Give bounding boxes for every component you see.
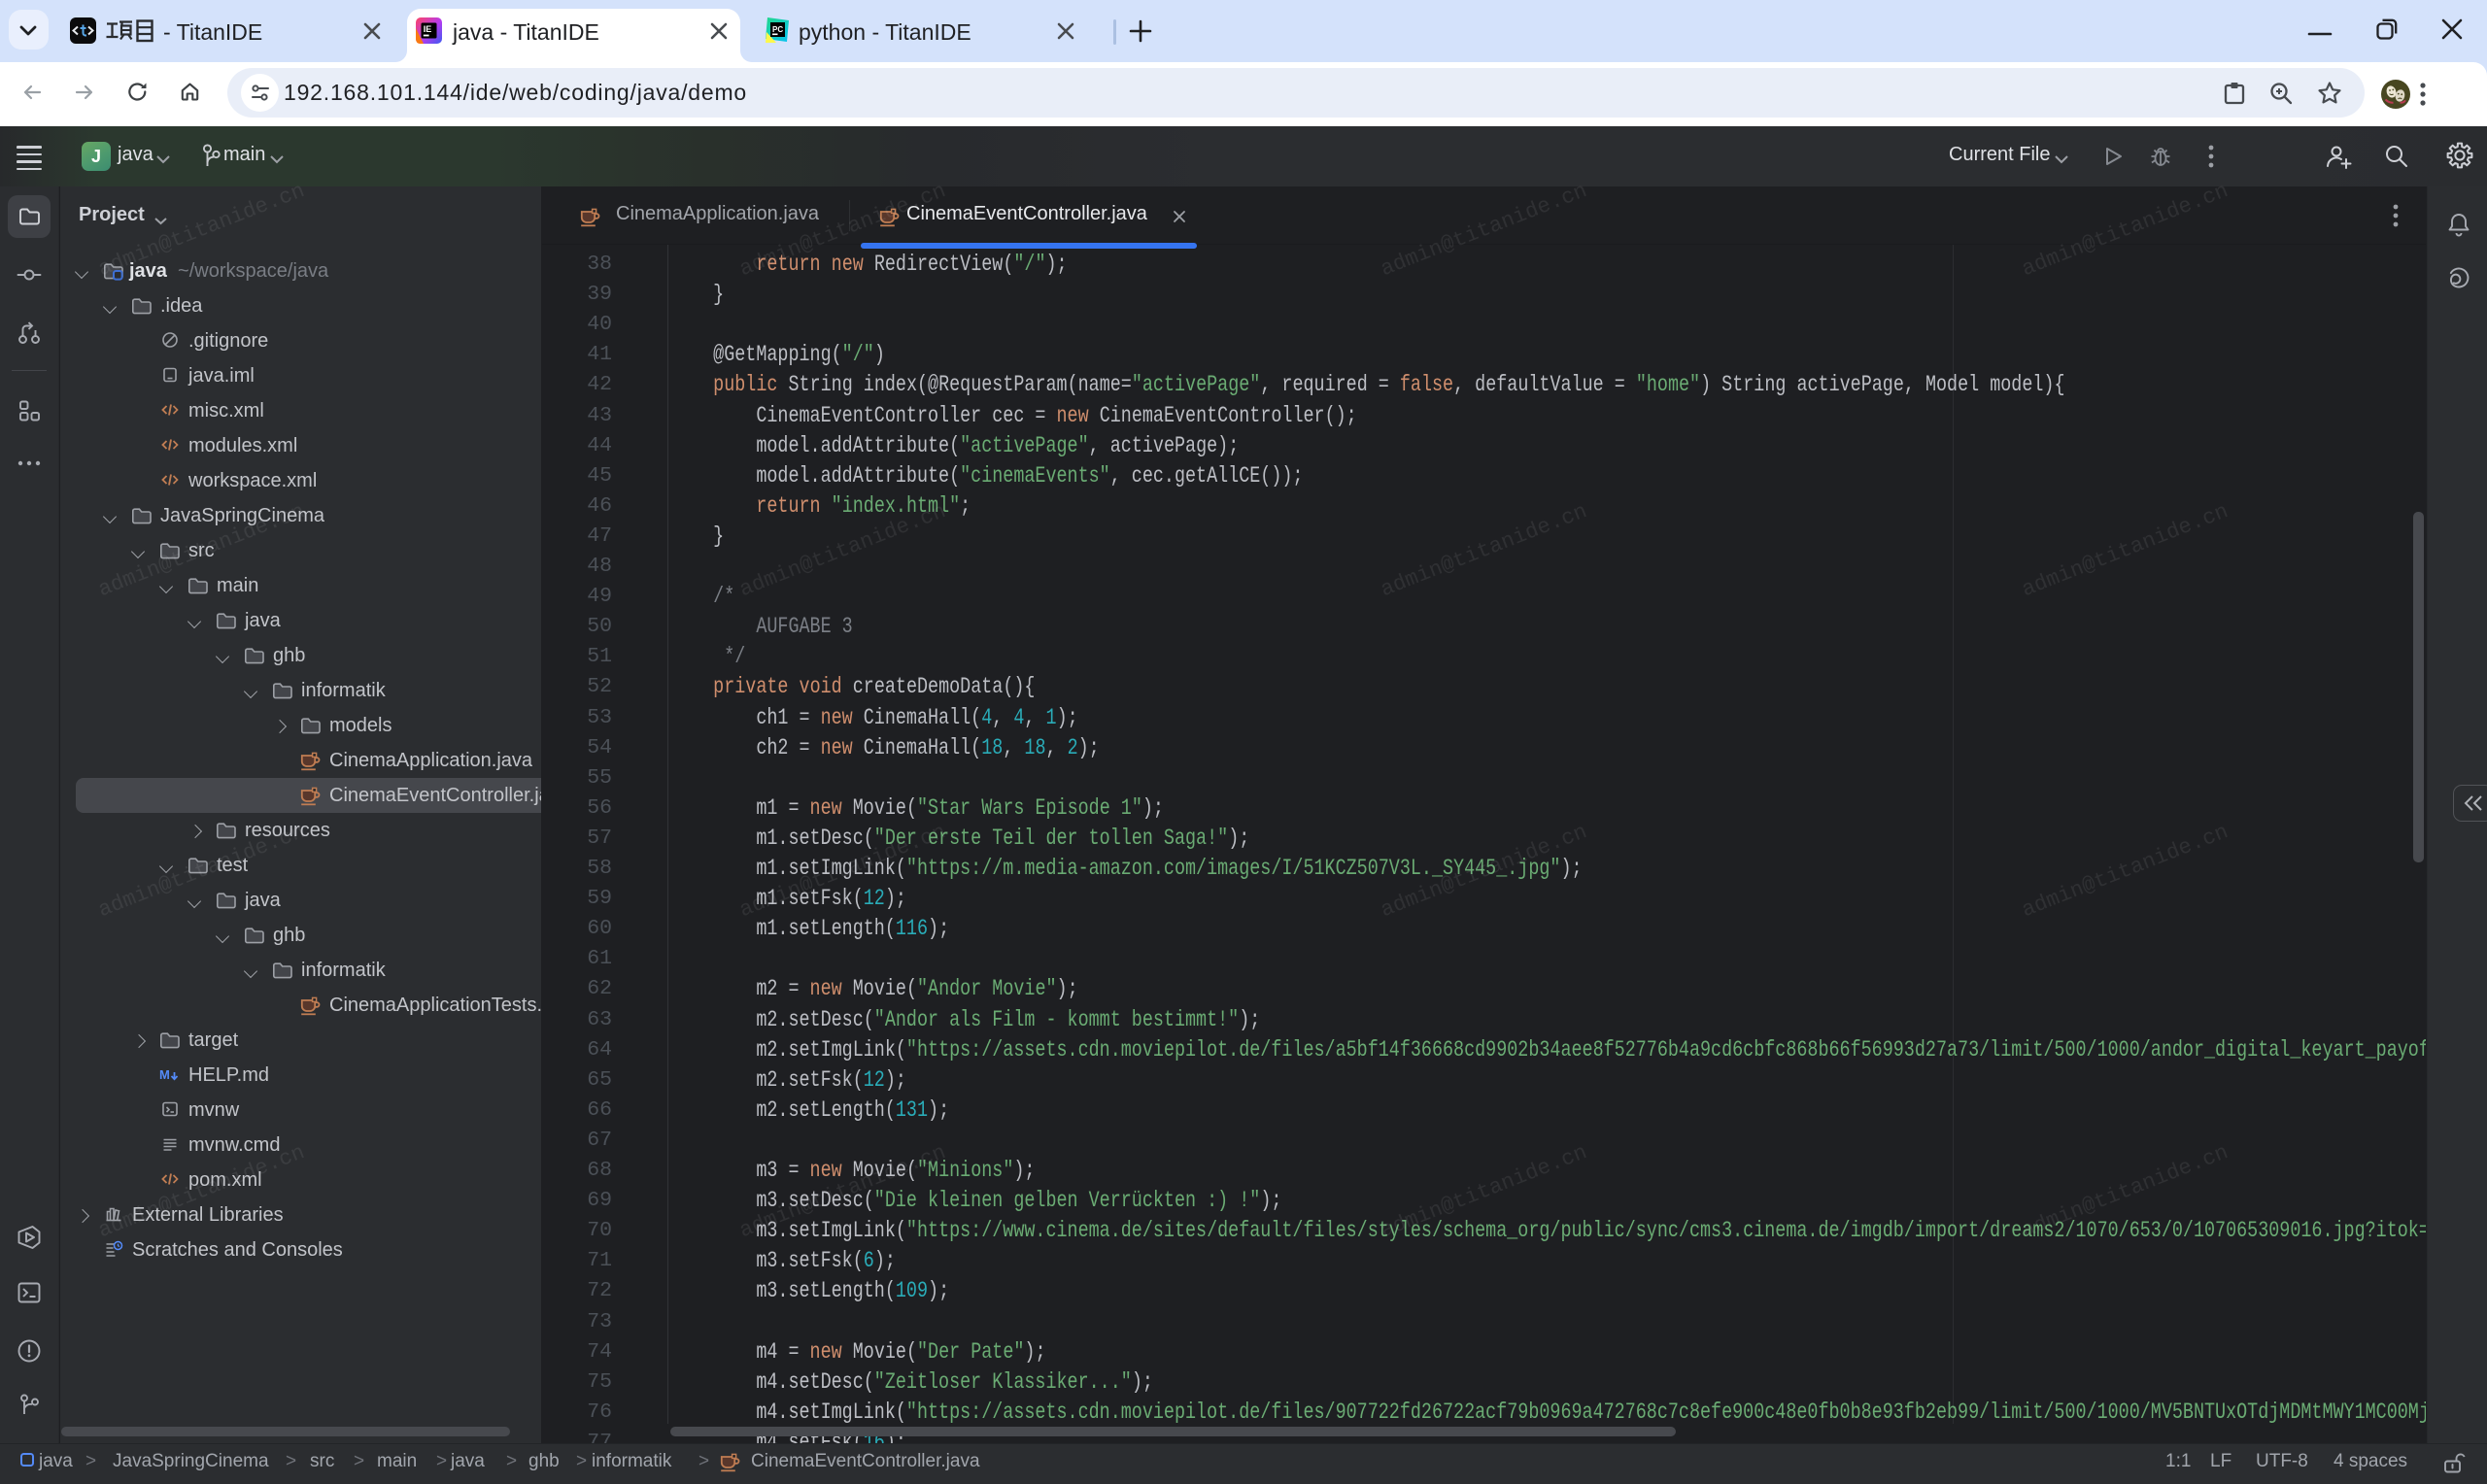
- svg-text:PC: PC: [772, 25, 783, 34]
- svg-text:IE: IE: [424, 24, 432, 34]
- svg-text:M: M: [159, 1067, 170, 1082]
